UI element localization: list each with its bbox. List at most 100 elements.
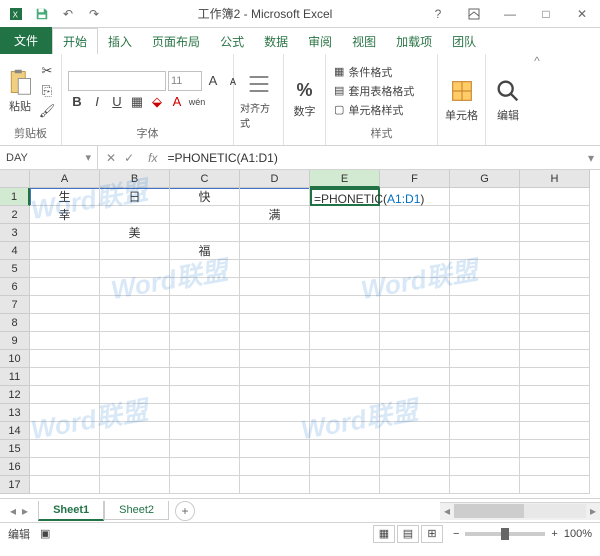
minimize-icon[interactable]: —: [496, 4, 524, 24]
cell-D9[interactable]: [240, 332, 310, 350]
cell-F2[interactable]: [380, 206, 450, 224]
view-page-break-icon[interactable]: ⊞: [421, 525, 443, 543]
cell-D1[interactable]: [240, 188, 310, 206]
cell-C17[interactable]: [170, 476, 240, 494]
cell-D3[interactable]: [240, 224, 310, 242]
cell-B12[interactable]: [100, 386, 170, 404]
cell-H5[interactable]: [520, 260, 590, 278]
scroll-right-icon[interactable]: ▸: [586, 504, 600, 518]
font-family-select[interactable]: [68, 71, 166, 91]
cell-B11[interactable]: [100, 368, 170, 386]
cell-E8[interactable]: [310, 314, 380, 332]
cell-E1[interactable]: =PHONETIC(A1:D1): [310, 188, 380, 206]
cell-F7[interactable]: [380, 296, 450, 314]
cell-C14[interactable]: [170, 422, 240, 440]
cell-G6[interactable]: [450, 278, 520, 296]
cell-B8[interactable]: [100, 314, 170, 332]
cell-H3[interactable]: [520, 224, 590, 242]
border-icon[interactable]: ▦: [128, 93, 146, 111]
fx-icon[interactable]: fx: [142, 151, 163, 165]
col-header-B[interactable]: B: [100, 170, 170, 188]
cell-H15[interactable]: [520, 440, 590, 458]
close-icon[interactable]: ✕: [568, 4, 596, 24]
tab-view[interactable]: 视图: [342, 29, 386, 54]
row-header-16[interactable]: 16: [0, 458, 30, 476]
cell-E12[interactable]: [310, 386, 380, 404]
cell-B7[interactable]: [100, 296, 170, 314]
cell-G14[interactable]: [450, 422, 520, 440]
cell-F15[interactable]: [380, 440, 450, 458]
cells-button[interactable]: 单元格: [444, 69, 479, 131]
cell-D7[interactable]: [240, 296, 310, 314]
row-header-13[interactable]: 13: [0, 404, 30, 422]
cell-H1[interactable]: [520, 188, 590, 206]
cell-B15[interactable]: [100, 440, 170, 458]
cell-A4[interactable]: [30, 242, 100, 260]
sheet-tab-1[interactable]: Sheet1: [38, 501, 104, 521]
cell-A16[interactable]: [30, 458, 100, 476]
cell-H14[interactable]: [520, 422, 590, 440]
cell-F12[interactable]: [380, 386, 450, 404]
cell-B4[interactable]: [100, 242, 170, 260]
h-scroll-thumb[interactable]: [454, 504, 524, 518]
increase-font-icon[interactable]: A: [204, 72, 222, 90]
cell-G5[interactable]: [450, 260, 520, 278]
cell-B1[interactable]: 日: [100, 188, 170, 206]
cell-F13[interactable]: [380, 404, 450, 422]
cell-B10[interactable]: [100, 350, 170, 368]
col-header-H[interactable]: H: [520, 170, 590, 188]
view-page-layout-icon[interactable]: ▤: [397, 525, 419, 543]
cell-style-button[interactable]: ▢单元格样式: [332, 101, 416, 119]
cell-B2[interactable]: [100, 206, 170, 224]
cell-G3[interactable]: [450, 224, 520, 242]
cell-H2[interactable]: [520, 206, 590, 224]
cell-G17[interactable]: [450, 476, 520, 494]
cell-C8[interactable]: [170, 314, 240, 332]
cell-C10[interactable]: [170, 350, 240, 368]
cell-F5[interactable]: [380, 260, 450, 278]
zoom-thumb[interactable]: [501, 528, 509, 540]
cell-C6[interactable]: [170, 278, 240, 296]
cell-E13[interactable]: [310, 404, 380, 422]
accept-formula-icon[interactable]: ✓: [124, 151, 134, 165]
cell-C11[interactable]: [170, 368, 240, 386]
cell-E17[interactable]: [310, 476, 380, 494]
row-header-4[interactable]: 4: [0, 242, 30, 260]
italic-icon[interactable]: I: [88, 93, 106, 111]
cell-D16[interactable]: [240, 458, 310, 476]
cell-E16[interactable]: [310, 458, 380, 476]
cell-E3[interactable]: [310, 224, 380, 242]
cell-C1[interactable]: 快: [170, 188, 240, 206]
cell-C16[interactable]: [170, 458, 240, 476]
cell-E11[interactable]: [310, 368, 380, 386]
cell-D13[interactable]: [240, 404, 310, 422]
sheet-tab-2[interactable]: Sheet2: [104, 501, 169, 520]
cell-F17[interactable]: [380, 476, 450, 494]
cell-B9[interactable]: [100, 332, 170, 350]
cell-F11[interactable]: [380, 368, 450, 386]
cell-F14[interactable]: [380, 422, 450, 440]
cell-G12[interactable]: [450, 386, 520, 404]
cell-B16[interactable]: [100, 458, 170, 476]
cell-F3[interactable]: [380, 224, 450, 242]
zoom-out-icon[interactable]: −: [453, 528, 459, 540]
sheet-nav-last-icon[interactable]: ▸: [22, 504, 28, 518]
row-header-7[interactable]: 7: [0, 296, 30, 314]
cell-E9[interactable]: [310, 332, 380, 350]
cell-E6[interactable]: [310, 278, 380, 296]
view-normal-icon[interactable]: ▦: [373, 525, 395, 543]
bold-icon[interactable]: B: [68, 93, 86, 111]
formula-bar[interactable]: [163, 146, 582, 169]
cell-H8[interactable]: [520, 314, 590, 332]
row-header-3[interactable]: 3: [0, 224, 30, 242]
cell-C12[interactable]: [170, 386, 240, 404]
undo-icon[interactable]: ↶: [56, 3, 80, 25]
cell-H16[interactable]: [520, 458, 590, 476]
cell-H13[interactable]: [520, 404, 590, 422]
row-header-12[interactable]: 12: [0, 386, 30, 404]
cell-C7[interactable]: [170, 296, 240, 314]
cell-A2[interactable]: 幸: [30, 206, 100, 224]
col-header-C[interactable]: C: [170, 170, 240, 188]
cell-D17[interactable]: [240, 476, 310, 494]
cell-C15[interactable]: [170, 440, 240, 458]
